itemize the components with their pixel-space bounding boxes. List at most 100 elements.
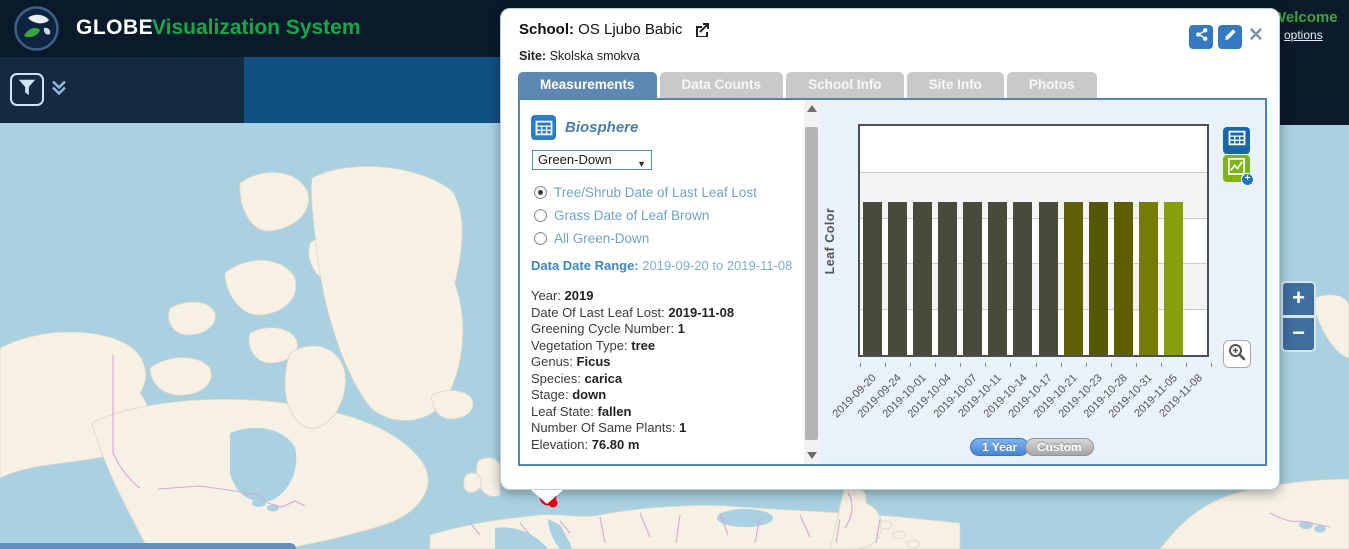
field-leaf-state: Leaf State: fallen	[531, 404, 734, 421]
bar-2019-10-28	[1114, 202, 1133, 355]
measurement-select-value: Green-Down	[538, 152, 612, 167]
field-value: carica	[584, 371, 622, 386]
field-number-of-same-plants: Number Of Same Plants: 1	[531, 420, 734, 437]
globe-visualization-app: GLOBE Visualization System Welcome optio…	[0, 0, 1349, 549]
field-label: Number Of Same Plants:	[531, 420, 679, 435]
custom-range-button[interactable]: Custom	[1025, 438, 1094, 456]
tab-site-info[interactable]: Site Info	[907, 72, 1004, 98]
x-tick	[935, 363, 936, 367]
scroll-down-arrow-icon[interactable]	[807, 452, 817, 459]
field-label: Greening Cycle Number:	[531, 321, 678, 336]
x-tick	[860, 363, 861, 367]
close-icon[interactable]: ✕	[1248, 24, 1264, 47]
radio-button[interactable]	[534, 186, 547, 199]
edit-button[interactable]	[1218, 25, 1242, 49]
filter-panel	[0, 57, 244, 123]
table-icon	[531, 115, 556, 140]
x-tick	[1111, 363, 1112, 367]
bar-2019-10-11	[988, 202, 1007, 355]
field-value: fallen	[598, 404, 632, 419]
filter-button[interactable]	[10, 73, 44, 106]
external-link-icon[interactable]	[693, 21, 709, 41]
site-popup: School: OS Ljubo Babic Site: Skolska smo…	[500, 8, 1280, 490]
radio-option-tree-shrub-date-of-last-leaf-lost[interactable]: Tree/Shrub Date of Last Leaf Lost	[534, 185, 757, 200]
double-chevron-down-icon[interactable]	[50, 79, 70, 99]
bar-2019-10-04	[938, 202, 957, 355]
map-zoom-controls: + −	[1281, 281, 1316, 352]
bar-2019-10-31	[1139, 202, 1158, 355]
table-icon	[1228, 130, 1246, 151]
sphere-header: Biosphere	[531, 115, 638, 140]
measurement-fields: Year: 2019 Date Of Last Leaf Lost: 2019-1…	[531, 288, 734, 453]
brand-name: GLOBE	[76, 16, 153, 40]
welcome-text: Welcome	[1272, 9, 1338, 26]
date-range-label: Data Date Range:	[531, 258, 639, 273]
zoom-out-button[interactable]: −	[1283, 318, 1314, 350]
field-value: 2019	[565, 288, 594, 303]
zoom-in-button[interactable]: +	[1283, 283, 1314, 315]
x-tick	[910, 363, 911, 367]
measurement-select[interactable]: Green-Down ▼	[532, 150, 652, 170]
data-table-view-button[interactable]	[1223, 127, 1250, 154]
radio-label: Grass Date of Leaf Brown	[554, 208, 709, 223]
share-icon	[1194, 27, 1209, 47]
tab-photos[interactable]: Photos	[1007, 72, 1097, 98]
tab-school-info[interactable]: School Info	[786, 72, 904, 98]
field-label: Species:	[531, 371, 584, 386]
radio-label: All Green-Down	[554, 231, 649, 246]
field-elevation: Elevation: 76.80 m	[531, 437, 734, 454]
plus-badge-icon: +	[1241, 173, 1254, 186]
share-button[interactable]	[1189, 25, 1213, 49]
field-label: Date Of Last Leaf Lost:	[531, 305, 668, 320]
popup-pointer	[531, 490, 563, 504]
field-label: Elevation:	[531, 437, 592, 452]
field-value: tree	[631, 338, 655, 353]
add-chart-button[interactable]: +	[1223, 155, 1250, 182]
app-title: Visualization System	[152, 16, 361, 40]
field-species: Species: carica	[531, 371, 734, 388]
options-link[interactable]: options	[1284, 28, 1323, 42]
radio-button[interactable]	[534, 209, 547, 222]
field-value: 1	[678, 321, 685, 336]
radio-option-all-green-down[interactable]: All Green-Down	[534, 231, 649, 246]
bottom-left-bar	[0, 543, 296, 549]
chevron-down-icon: ▼	[637, 155, 646, 173]
field-label: Stage:	[531, 387, 572, 402]
one-year-button[interactable]: 1 Year	[970, 438, 1029, 456]
field-date-of-last-leaf-lost: Date Of Last Leaf Lost: 2019-11-08	[531, 305, 734, 322]
field-value: 1	[679, 420, 686, 435]
zoom-chart-button[interactable]	[1223, 340, 1251, 368]
bar-2019-10-01	[913, 202, 932, 355]
tab-bar: MeasurementsData CountsSchool InfoSite I…	[518, 72, 1097, 98]
magnifier-plus-icon	[1227, 342, 1247, 367]
field-label: Leaf State:	[531, 404, 598, 419]
radio-label: Tree/Shrub Date of Last Leaf Lost	[554, 185, 757, 200]
bar-2019-10-07	[963, 202, 982, 355]
vertical-scrollbar[interactable]	[804, 100, 819, 464]
x-tick	[1036, 363, 1037, 367]
popup-school-line: School: OS Ljubo Babic	[519, 21, 709, 41]
y-axis-label: Leaf Color	[823, 207, 837, 274]
field-label: Year:	[531, 288, 565, 303]
tab-measurements[interactable]: Measurements	[518, 72, 657, 98]
x-tick	[1010, 363, 1011, 367]
chart-plot: Leaf Color	[858, 124, 1209, 357]
field-stage: Stage: down	[531, 387, 734, 404]
x-axis-labels: 2019-09-202019-09-242019-10-012019-10-04…	[860, 365, 1211, 435]
gridline	[860, 172, 1207, 173]
radio-button[interactable]	[534, 232, 547, 245]
radio-option-grass-date-of-leaf-brown[interactable]: Grass Date of Leaf Brown	[534, 208, 709, 223]
bar-2019-10-21	[1064, 202, 1083, 355]
popup-content: Biosphere Green-Down ▼ Tree/Shrub Date o…	[518, 98, 1267, 466]
globe-logo	[14, 6, 59, 51]
x-tick	[1211, 363, 1212, 367]
x-tick	[1186, 363, 1187, 367]
school-name: OS Ljubo Babic	[578, 21, 682, 38]
scroll-up-arrow-icon[interactable]	[807, 105, 817, 112]
tab-data-counts[interactable]: Data Counts	[660, 72, 784, 98]
bar-2019-10-23	[1089, 202, 1108, 355]
field-label: Vegetation Type:	[531, 338, 631, 353]
field-value: 2019-11-08	[668, 305, 734, 320]
site-name: Skolska smokva	[550, 49, 640, 63]
scrollbar-thumb[interactable]	[805, 127, 818, 440]
